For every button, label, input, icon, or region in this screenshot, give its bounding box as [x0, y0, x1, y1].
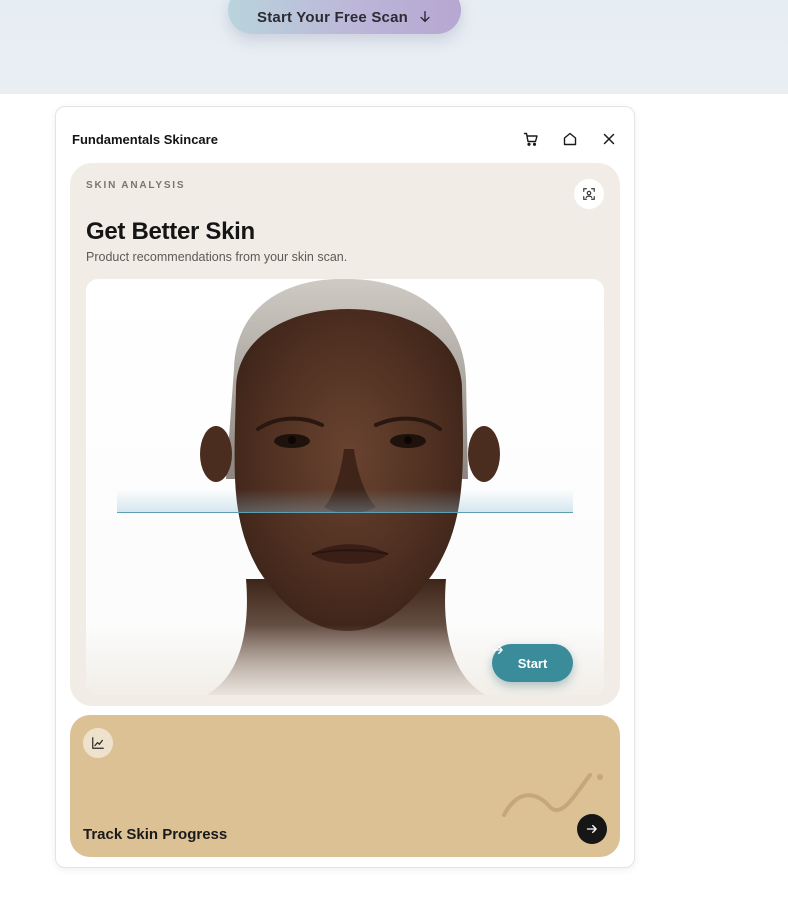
close-icon[interactable] [600, 130, 618, 148]
track-progress-card[interactable]: Track Skin Progress [70, 715, 620, 857]
cart-icon[interactable] [522, 130, 540, 148]
card-subtitle: Product recommendations from your skin s… [86, 250, 348, 264]
scan-line [117, 489, 573, 513]
hero-band: Start Your Free Scan [0, 0, 788, 94]
cta-label: Start Your Free Scan [257, 8, 408, 26]
progress-title: Track Skin Progress [83, 826, 228, 843]
arrow-right-icon [586, 824, 597, 834]
widget-header: Fundamentals Skincare [72, 129, 618, 149]
skin-analysis-card[interactable]: SKIN ANALYSIS Get Better Skin Product re… [70, 163, 620, 706]
face-scan-icon [574, 179, 604, 209]
home-icon[interactable] [561, 130, 579, 148]
card-title: Get Better Skin [86, 218, 255, 245]
start-label: Start [517, 655, 548, 671]
arrow-down-icon [420, 11, 430, 23]
face-photo: Start [86, 279, 604, 695]
start-button[interactable]: Start [492, 644, 573, 682]
line-chart-icon [83, 728, 113, 758]
start-free-scan-button[interactable]: Start Your Free Scan [228, 0, 461, 34]
brand-name: Fundamentals Skincare [72, 131, 218, 147]
arrow-right-icon [492, 645, 503, 655]
card-eyebrow: SKIN ANALYSIS [86, 180, 186, 191]
progress-go-button[interactable] [577, 814, 607, 844]
skincare-widget: Fundamentals Skincare SKIN ANALYSIS Get … [55, 106, 635, 868]
